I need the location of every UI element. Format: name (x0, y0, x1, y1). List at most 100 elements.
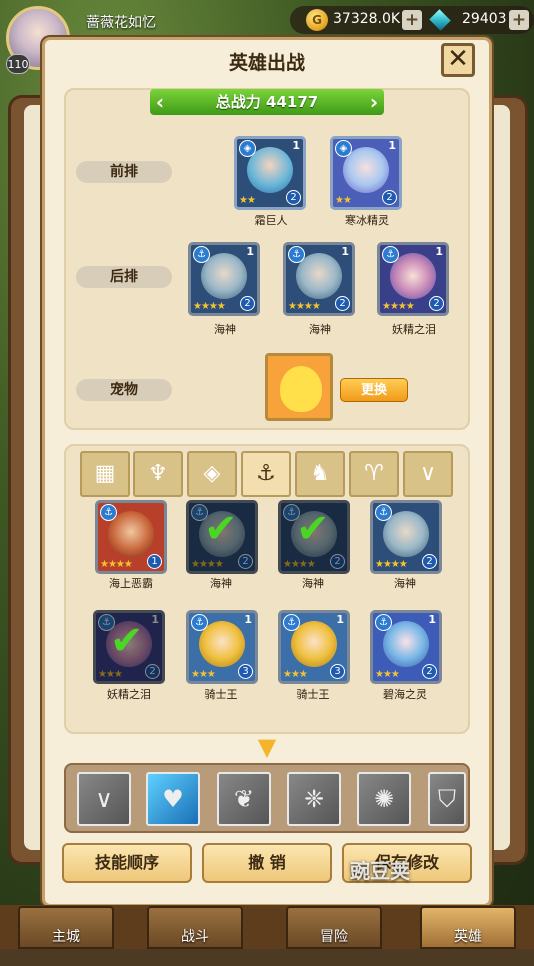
hero-list-card[interactable]: ⚓ 1 ★★★ 3 (278, 610, 350, 684)
hero-list-card[interactable]: ⚓ ★★★★ 1 (95, 500, 167, 574)
add-gold-button[interactable]: + (402, 10, 422, 30)
star-icon: ★★★★ (288, 301, 321, 312)
hero-count: 1 (292, 139, 300, 152)
chevron-skill-icon[interactable]: ∨ (77, 772, 131, 826)
hero-count: 1 (435, 245, 443, 258)
cancel-button[interactable]: 撤 销 (202, 843, 332, 883)
hero-count: 1 (428, 613, 436, 626)
hero-list-name: 海神 (302, 577, 324, 590)
chick-pet-portrait (280, 366, 322, 412)
add-gem-button[interactable]: + (509, 10, 529, 30)
chevron-left-icon: ‹ (155, 90, 165, 114)
hero-level: 2 (238, 554, 253, 569)
anchor-class-icon: ⚓ (375, 504, 392, 521)
leaf-icon[interactable]: ♆ (133, 451, 183, 497)
wings-skill-icon[interactable]: ❈ (287, 772, 341, 826)
nav-battle[interactable]: 战斗 (147, 906, 243, 949)
star-icon: ★★★★ (283, 559, 316, 570)
hero-list-name: 海神 (210, 577, 232, 590)
pet-label: 宠物 (76, 379, 172, 401)
hero-count: 1 (246, 245, 254, 258)
total-power-bar: 总战力 44177 (150, 89, 384, 115)
back-hero-card[interactable]: ⚓ 1 ★★★★ 2 (377, 242, 449, 316)
star-icon: ★★ (335, 195, 352, 206)
anchor-class-icon: ⚓ (191, 614, 208, 631)
star-icon: ★★★★ (193, 301, 226, 312)
hero-level: 2 (429, 296, 444, 311)
hero-count: 1 (341, 245, 349, 258)
dialog-title: 英雄出战 (228, 52, 305, 74)
star-icon: ★★★★ (382, 301, 415, 312)
shield-skill-icon[interactable]: ⛉ (428, 772, 466, 826)
pet-slot[interactable] (265, 353, 333, 421)
scroll-down-icon[interactable]: ▼ (250, 735, 284, 759)
gem-amount: 29403 (462, 11, 507, 27)
hero-level: 2 (330, 554, 345, 569)
hero-level: 2 (422, 664, 437, 679)
anchor-class-icon: ⚓ (100, 504, 117, 521)
swap-pet-button[interactable]: 更换 (340, 378, 408, 402)
back-hero-name: 妖精之泪 (392, 323, 436, 336)
anchor-class-icon: ⚓ (193, 246, 210, 263)
hero-level: 3 (330, 664, 345, 679)
flame-skill-icon[interactable]: ❦ (217, 772, 271, 826)
anchor-class-icon: ⚓ (382, 246, 399, 263)
heart-skill-icon[interactable]: ♥ (146, 772, 200, 826)
horns-icon[interactable]: ♈ (349, 451, 399, 497)
hero-list-card[interactable]: ⚓ ★★★★ 2 (370, 500, 442, 574)
hero-count: 1 (151, 613, 159, 626)
player-level-badge: 110 (6, 54, 30, 74)
hero-level: 1 (147, 554, 162, 569)
anchor-class-icon: ⚓ (288, 246, 305, 263)
hero-level: 2 (145, 664, 160, 679)
nav-hero[interactable]: 英雄 (420, 906, 516, 949)
diamond-class-icon: ◈ (335, 140, 352, 157)
star-icon: ★★★ (283, 669, 308, 680)
diamond-icon[interactable]: ◈ (187, 451, 237, 497)
wolf-icon[interactable]: ♞ (295, 451, 345, 497)
front-hero-name: 寒冰精灵 (345, 214, 389, 227)
back-hero-name: 海神 (309, 323, 331, 336)
selected-check-icon: ✔ (296, 506, 330, 552)
gold-amount: 37328.0K (333, 11, 401, 27)
anchor-class-icon: ⚓ (375, 614, 392, 631)
front-hero-name: 霜巨人 (254, 214, 288, 227)
selected-check-icon: ✔ (204, 506, 238, 552)
selected-check-icon: ✔ (110, 618, 144, 664)
nav-adventure[interactable]: 冒险 (286, 906, 382, 949)
diamond-class-icon: ◈ (239, 140, 256, 157)
back-row-label: 后排 (76, 266, 172, 288)
star-icon: ★★★★ (100, 559, 133, 570)
hero-count: 1 (336, 613, 344, 626)
hero-level: 2 (382, 190, 397, 205)
star-icon: ★★★ (191, 669, 216, 680)
hero-level: 2 (240, 296, 255, 311)
hero-level: 2 (422, 554, 437, 569)
player-name: 蔷薇花如忆 (86, 15, 156, 31)
burst-skill-icon[interactable]: ✺ (357, 772, 411, 826)
front-hero-card[interactable]: ◈ 1 ★★ 2 (330, 136, 402, 210)
star-icon: ★★★ (98, 669, 123, 680)
front-row-label: 前排 (76, 161, 172, 183)
star-icon: ★★★ (375, 669, 400, 680)
hero-list-name: 海神 (394, 577, 416, 590)
chevron-icon[interactable]: ∨ (403, 451, 453, 497)
hero-list-card[interactable]: ⚓ 1 ★★★ 3 (186, 610, 258, 684)
grid-icon[interactable]: ▦ (80, 451, 130, 497)
hero-list-name: 骑士王 (204, 688, 238, 701)
close-icon: ✕ (447, 44, 469, 74)
back-hero-card[interactable]: ⚓ 1 ★★★★ 2 (188, 242, 260, 316)
close-button[interactable]: ✕ (441, 43, 475, 77)
anchor-icon[interactable]: ⚓ (241, 451, 291, 497)
back-hero-card[interactable]: ⚓ 1 ★★★★ 2 (283, 242, 355, 316)
nav-city[interactable]: 主城 (18, 906, 114, 949)
gold-coin-icon: G (306, 9, 328, 31)
star-icon: ★★★★ (191, 559, 224, 570)
hero-count: 1 (244, 613, 252, 626)
star-icon: ★★★★ (375, 559, 408, 570)
star-icon: ★★ (239, 195, 256, 206)
hero-list-card[interactable]: ⚓ 1 ★★★ 2 (370, 610, 442, 684)
skill-order-button[interactable]: 技能顺序 (62, 843, 192, 883)
anchor-class-icon: ⚓ (283, 614, 300, 631)
front-hero-card[interactable]: ◈ 1 ★★ 2 (234, 136, 306, 210)
